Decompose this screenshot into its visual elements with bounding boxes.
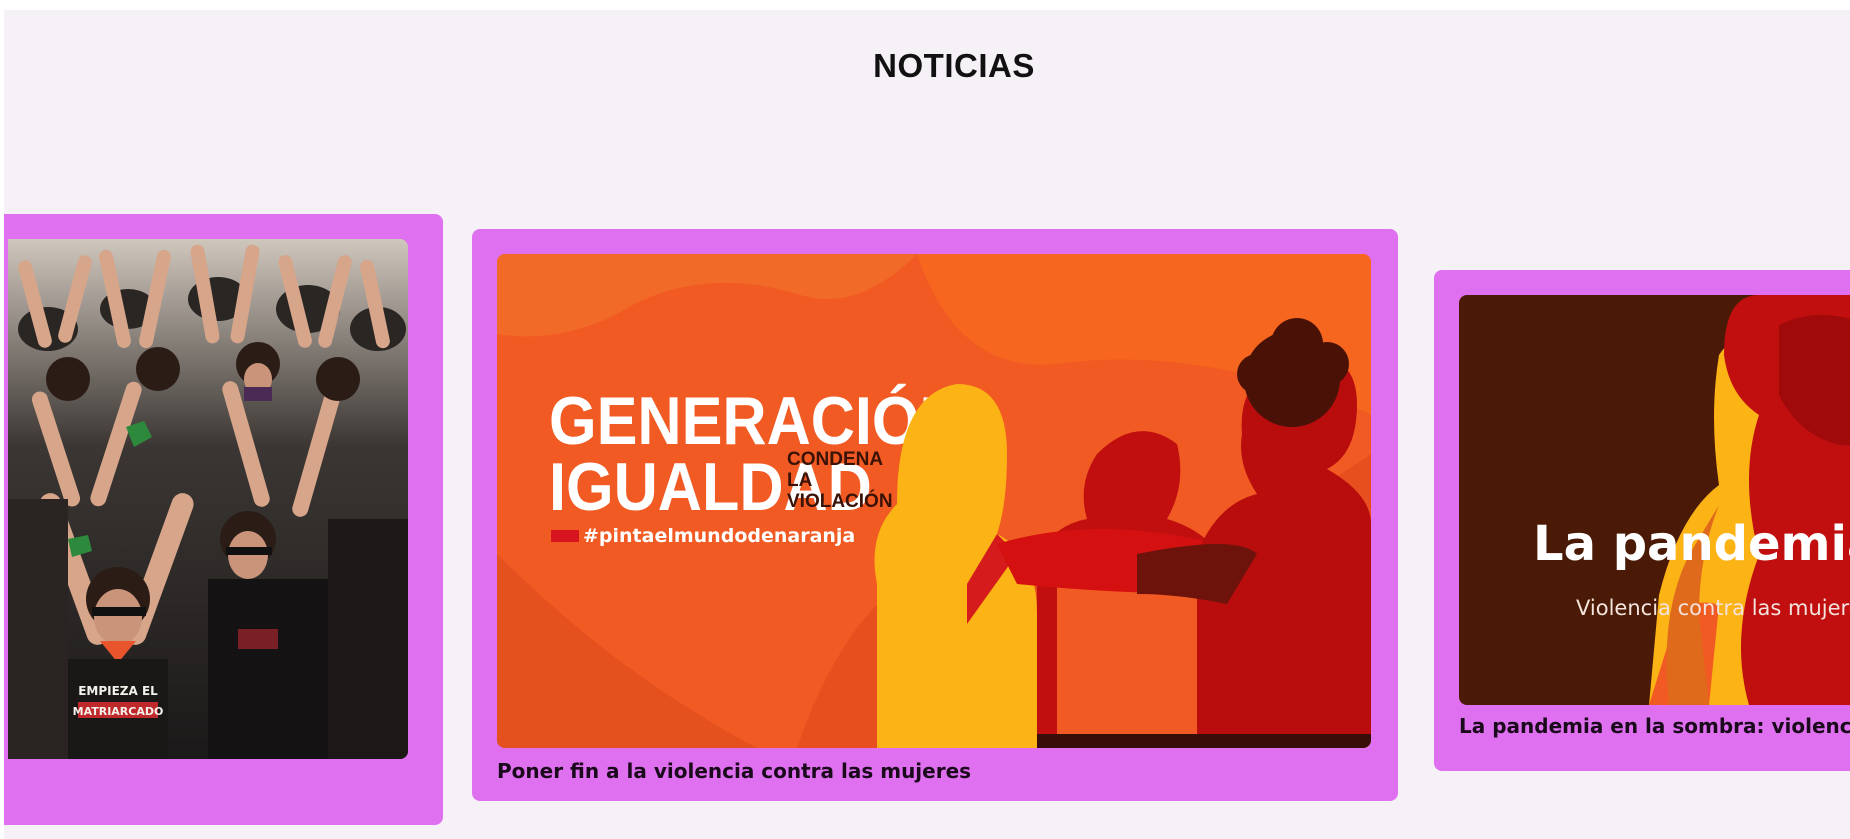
news-card-caption[interactable]: Poner fin a la violencia contra las muje… <box>497 759 971 783</box>
hashtag-text: #pintaelmundodenaranja <box>583 525 855 547</box>
side-line1: CONDENA <box>787 449 883 470</box>
news-card-2[interactable]: GENERACIÓN IGUALDAD CONDENA LA VIOLACIÓN… <box>472 229 1398 801</box>
shirt-text-2: MATRIARCADO <box>73 705 164 718</box>
news-card-image[interactable]: EMPIEZA EL MATRIARCADO <box>8 239 408 759</box>
shirt-text-1: EMPIEZA EL <box>78 684 158 698</box>
image-subline: Violencia contra las mujeres <box>1576 596 1850 620</box>
news-card-1[interactable]: EMPIEZA EL MATRIARCADO <box>4 214 443 825</box>
side-line3: VIOLACIÓN <box>787 490 893 512</box>
news-card-caption[interactable]: La pandemia en la sombra: violencia cont… <box>1459 714 1850 738</box>
news-card-image[interactable]: La pandemia en la sombra Violencia contr… <box>1459 295 1850 705</box>
news-card-image[interactable]: GENERACIÓN IGUALDAD CONDENA LA VIOLACIÓN… <box>497 254 1371 748</box>
side-line2: LA <box>787 470 813 491</box>
section-title: NOTICIAS <box>873 47 1035 84</box>
news-section: NOTICIAS EMPIEZA EL MATRIARCADO GENERACI… <box>4 10 1850 839</box>
image-headline: La pandemia en la sombra <box>1533 516 1850 572</box>
news-card-3[interactable]: La pandemia en la sombra Violencia contr… <box>1434 270 1850 771</box>
